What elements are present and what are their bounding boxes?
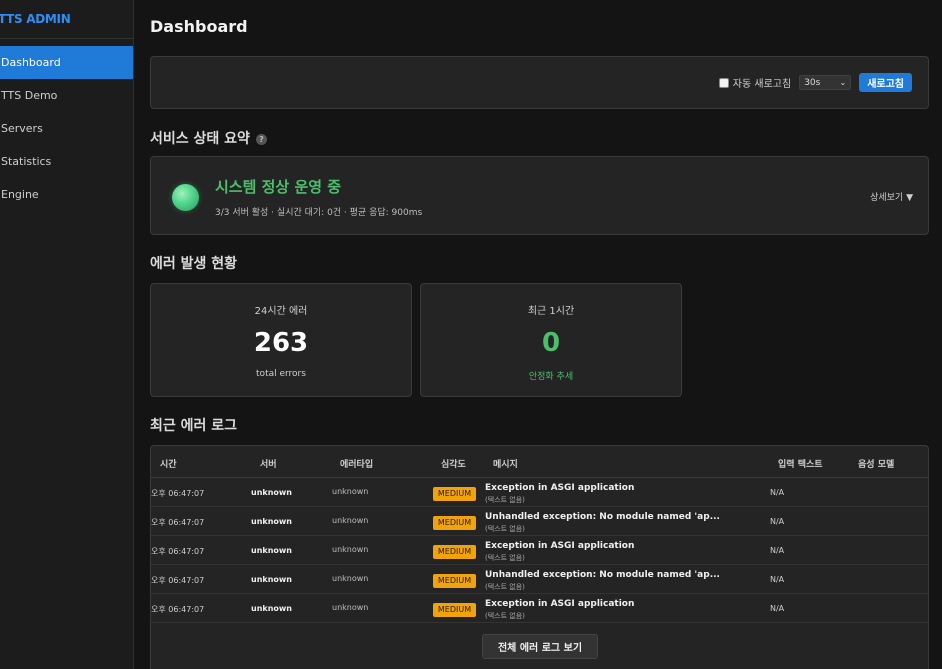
column-header[interactable]: 음성 모델 (858, 457, 894, 470)
cell-server: unknown (251, 488, 292, 497)
cell-time: 오후 06:47:07 (151, 518, 205, 527)
table-row[interactable]: 오후 06:47:07 unknown unknown MEDIUM Excep… (151, 536, 928, 565)
cell-message: Exception in ASGI application (485, 541, 635, 551)
auto-refresh-toggle[interactable]: 자동 새로고침 (718, 75, 792, 90)
brand-name: TTS ADMIN (0, 12, 71, 26)
severity-badge: MEDIUM (433, 603, 476, 617)
sidebar-item-tts-demo[interactable]: TTS Demo (0, 79, 133, 112)
refresh-interval-value: 30s (804, 77, 821, 88)
stat-value: 0 (541, 328, 561, 358)
sidebar-item-servers[interactable]: Servers (0, 112, 133, 145)
detail-toggle-button[interactable]: 상세보기 ▼ (870, 190, 913, 203)
errors-section-title: 에러 발생 현황 (150, 256, 238, 272)
column-header[interactable]: 시간 (160, 457, 177, 470)
cell-error-type: unknown (332, 574, 369, 583)
cell-message-sub: (텍스트 없음) (485, 612, 525, 620)
cell-message-sub: (텍스트 없음) (485, 583, 525, 591)
sidebar-item-dashboard[interactable]: Dashboard (0, 46, 133, 79)
cell-server: unknown (251, 546, 292, 555)
column-header[interactable]: 에러타입 (340, 457, 373, 470)
cell-server: unknown (251, 575, 292, 584)
cell-server: unknown (251, 604, 292, 613)
stat-value: 263 (253, 328, 309, 358)
cell-message-sub: (텍스트 없음) (485, 554, 525, 562)
cell-message-sub: (텍스트 없음) (485, 496, 525, 504)
column-header[interactable]: 서버 (260, 457, 277, 470)
sidebar-item-label: TTS Demo (1, 89, 58, 102)
status-section-title: 서비스 상태 요약? (150, 128, 267, 148)
sidebar-item-engine[interactable]: Engine (0, 178, 133, 211)
column-header[interactable]: 심각도 (441, 457, 466, 470)
stat-sub: total errors (256, 369, 306, 379)
cell-message: Unhandled exception: No module named 'ap… (485, 570, 720, 580)
view-all-errors-button[interactable]: 전체 에러 로그 보기 (482, 634, 598, 659)
status-indicator-icon (172, 184, 199, 211)
errors-24h-card: 24시간 에러 263 total errors (150, 283, 412, 397)
sidebar: TTS ADMIN Dashboard TTS Demo Servers Sta… (0, 0, 134, 669)
refresh-button[interactable]: 새로고침 (859, 73, 912, 92)
help-icon[interactable]: ? (255, 133, 267, 145)
cell-error-type: unknown (332, 603, 369, 612)
cell-message: Exception in ASGI application (485, 599, 635, 609)
cell-error-type: unknown (332, 516, 369, 525)
page-title: Dashboard (150, 17, 248, 36)
cell-error-type: unknown (332, 545, 369, 554)
sidebar-nav: Dashboard TTS Demo Servers Statistics En… (0, 46, 133, 211)
status-summary: 3/3 서버 활성 · 실시간 대기: 0건 · 평균 응답: 900ms (215, 208, 423, 218)
cell-server: unknown (251, 517, 292, 526)
table-row[interactable]: 오후 06:47:07 unknown unknown MEDIUM Unhan… (151, 565, 928, 594)
stat-label: 최근 1시간 (527, 306, 575, 317)
severity-badge: MEDIUM (433, 516, 476, 530)
sidebar-item-label: Engine (1, 188, 39, 201)
status-section-title-text: 서비스 상태 요약 (150, 131, 250, 147)
system-status-card: 시스템 정상 운영 중 3/3 서버 활성 · 실시간 대기: 0건 · 평균 … (150, 156, 929, 235)
table-header: 시간 서버 에러타입 심각도 메시지 입력 텍스트 음성 모델 (151, 446, 928, 478)
cell-time: 오후 06:47:07 (151, 605, 205, 614)
table-row[interactable]: 오후 06:47:07 unknown unknown MEDIUM Excep… (151, 594, 928, 623)
brand-logo[interactable]: TTS ADMIN (0, 0, 133, 39)
app-root: TTS ADMIN Dashboard TTS Demo Servers Sta… (0, 0, 942, 669)
cell-input-text: N/A (770, 604, 785, 613)
stat-label: 24시간 에러 (254, 306, 308, 317)
severity-badge: MEDIUM (433, 574, 476, 588)
status-headline: 시스템 정상 운영 중 (215, 178, 342, 196)
log-section-title: 최근 에러 로그 (150, 418, 238, 434)
refresh-interval-select[interactable]: 30s ⌄ (799, 75, 852, 90)
refresh-toolbar: 자동 새로고침 30s ⌄ 새로고침 (150, 56, 929, 109)
errors-1h-card: 최근 1시간 0 안정화 추세 (420, 283, 682, 397)
sidebar-item-label: Statistics (1, 155, 52, 168)
stat-sub: 안정화 추세 (528, 372, 574, 382)
cell-input-text: N/A (770, 546, 785, 555)
auto-refresh-label: 자동 새로고침 (732, 79, 792, 90)
cell-time: 오후 06:47:07 (151, 576, 205, 585)
column-header[interactable]: 메시지 (493, 457, 518, 470)
chevron-down-icon: ⌄ (839, 78, 847, 87)
table-row[interactable]: 오후 06:47:07 unknown unknown MEDIUM Unhan… (151, 507, 928, 536)
cell-message-sub: (텍스트 없음) (485, 525, 525, 533)
toolbar-controls: 자동 새로고침 30s ⌄ 새로고침 (718, 73, 912, 92)
cell-time: 오후 06:47:07 (151, 489, 205, 498)
sidebar-item-label: Dashboard (1, 56, 61, 69)
cell-input-text: N/A (770, 517, 785, 526)
auto-refresh-checkbox[interactable] (718, 77, 729, 88)
severity-badge: MEDIUM (433, 545, 476, 559)
cell-input-text: N/A (770, 488, 785, 497)
table-row[interactable]: 오후 06:47:07 unknown unknown MEDIUM Excep… (151, 478, 928, 507)
error-log-table: 시간 서버 에러타입 심각도 메시지 입력 텍스트 음성 모델 오후 06:47… (150, 445, 929, 669)
cell-error-type: unknown (332, 487, 369, 496)
sidebar-item-statistics[interactable]: Statistics (0, 145, 133, 178)
cell-message: Unhandled exception: No module named 'ap… (485, 512, 720, 522)
sidebar-item-label: Servers (1, 122, 43, 135)
cell-input-text: N/A (770, 575, 785, 584)
cell-time: 오후 06:47:07 (151, 547, 205, 556)
column-header[interactable]: 입력 텍스트 (778, 457, 823, 470)
severity-badge: MEDIUM (433, 487, 476, 501)
cell-message: Exception in ASGI application (485, 483, 635, 493)
